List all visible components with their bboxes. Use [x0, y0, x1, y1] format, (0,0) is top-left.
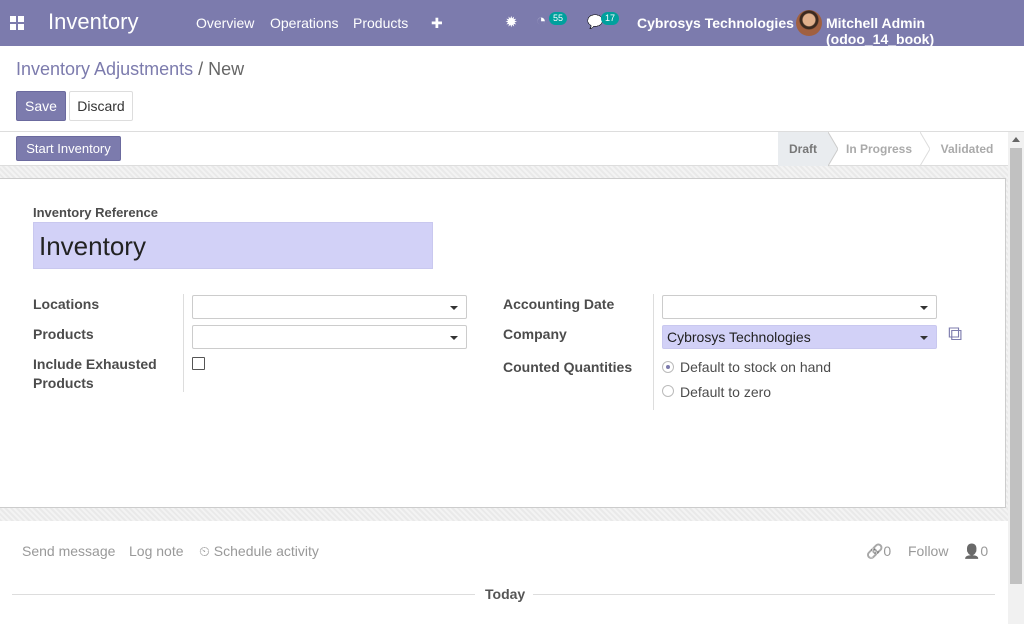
menu-operations[interactable]: Operations — [270, 15, 338, 31]
log-note-button[interactable]: Log note — [129, 543, 184, 559]
company-label: Company — [503, 326, 567, 342]
follow-button[interactable]: Follow — [908, 543, 948, 559]
include-exhausted-label-line2: Products — [33, 375, 94, 391]
counted-quantities-label: Counted Quantities — [503, 359, 633, 375]
control-panel: Inventory Adjustments / New — [0, 46, 1024, 132]
include-exhausted-label: Include Exhausted — [33, 356, 157, 372]
breadcrumb-current: New — [208, 59, 245, 79]
stage-arrow-2 — [920, 132, 930, 166]
products-label: Products — [33, 326, 94, 342]
apps-menu-icon[interactable] — [10, 16, 24, 30]
chevron-down-icon[interactable] — [920, 306, 928, 310]
divider-line-left — [12, 594, 475, 595]
followers-button[interactable]: 👤0 — [963, 543, 988, 560]
radio-default-zero[interactable] — [662, 385, 674, 397]
stage-in-progress[interactable]: In Progress — [838, 132, 920, 166]
schedule-activity-button[interactable]: ⏲ Schedule activity — [199, 543, 319, 560]
locations-label: Locations — [33, 296, 100, 312]
stage-validated[interactable]: Validated — [930, 132, 1004, 166]
group-divider-right — [653, 294, 654, 410]
breadcrumb-separator: / — [198, 59, 204, 79]
attachments-button[interactable]: 🔗0 — [866, 543, 891, 560]
activity-icon[interactable]: ◔ — [536, 11, 546, 31]
top-navbar: Inventory Overview Operations Products ✚… — [0, 0, 1024, 47]
company-switcher[interactable]: Cybrosys Technologies — [637, 15, 794, 31]
activity-count-badge: 55 — [549, 12, 568, 25]
save-button[interactable]: Save — [16, 91, 66, 121]
messages-count-badge: 17 — [601, 12, 620, 25]
radio-default-stock-label[interactable]: Default to stock on hand — [680, 359, 831, 375]
include-exhausted-checkbox[interactable] — [192, 357, 205, 370]
discard-button[interactable]: Discard — [69, 91, 133, 121]
stage-draft: Draft — [778, 132, 828, 166]
plus-icon[interactable]: ✚ — [431, 15, 443, 32]
company-field[interactable]: Cybrosys Technologies — [662, 325, 937, 349]
company-value: Cybrosys Technologies — [667, 329, 811, 345]
chevron-down-icon[interactable] — [450, 336, 458, 340]
app-title[interactable]: Inventory — [48, 9, 139, 35]
reference-input[interactable]: Inventory — [33, 222, 433, 269]
scrollbar-thumb[interactable] — [1010, 148, 1022, 584]
radio-default-zero-label[interactable]: Default to zero — [680, 384, 771, 400]
radio-default-stock[interactable] — [662, 361, 674, 373]
breadcrumb: Inventory Adjustments / New — [16, 59, 244, 80]
today-separator: Today — [485, 586, 526, 602]
chevron-down-icon[interactable] — [450, 306, 458, 310]
stage-arrow-1 — [828, 132, 838, 166]
scroll-up-icon[interactable] — [1012, 137, 1020, 142]
user-menu[interactable]: Mitchell Admin (odoo_14_book) — [826, 15, 1024, 47]
bug-icon[interactable]: ✹ — [505, 13, 518, 31]
user-avatar[interactable] — [796, 10, 822, 36]
breadcrumb-parent[interactable]: Inventory Adjustments — [16, 59, 193, 79]
chevron-down-icon[interactable] — [920, 336, 928, 340]
status-bar: Start Inventory Draft In Progress Valida… — [0, 132, 1008, 166]
menu-overview[interactable]: Overview — [196, 15, 254, 31]
accounting-date-label: Accounting Date — [503, 296, 615, 312]
accounting-date-field[interactable] — [662, 295, 937, 319]
menu-products[interactable]: Products — [353, 15, 408, 31]
divider-line-right — [533, 594, 995, 595]
start-inventory-button[interactable]: Start Inventory — [16, 136, 121, 161]
external-link-icon[interactable]: ⧉ — [948, 323, 962, 346]
send-message-button[interactable]: Send message — [22, 543, 115, 559]
group-divider-left — [183, 294, 184, 392]
reference-label: Inventory Reference — [33, 205, 158, 220]
locations-field[interactable] — [192, 295, 467, 319]
products-field[interactable] — [192, 325, 467, 349]
